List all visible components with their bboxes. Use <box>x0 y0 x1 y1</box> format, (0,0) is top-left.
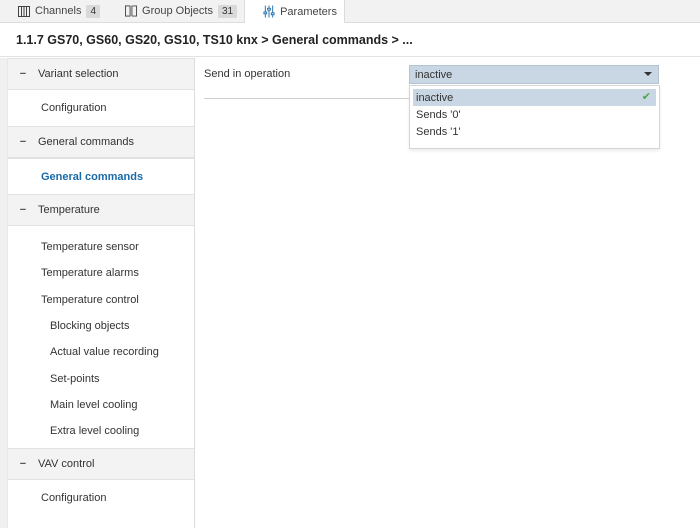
sidebar: − Variant selection Configuration − Gene… <box>7 58 195 528</box>
group-objects-icon <box>125 5 138 17</box>
collapse-icon[interactable]: − <box>16 204 30 216</box>
sidebar-group-label: VAV control <box>38 458 95 471</box>
option-label: Sends '1' <box>416 125 461 138</box>
divider <box>204 98 409 99</box>
tab-bar: Channels 4 Group Objects 31 Parameters <box>0 0 700 23</box>
collapse-icon[interactable]: − <box>16 458 30 470</box>
channels-count-badge: 4 <box>86 4 101 18</box>
option-sends-1[interactable]: Sends '1' <box>413 123 656 140</box>
sidebar-item-temperature-control[interactable]: Temperature control <box>8 287 194 313</box>
group-objects-count-badge: 31 <box>217 4 238 18</box>
sidebar-item-temperature-sensor[interactable]: Temperature sensor <box>8 234 194 260</box>
option-inactive[interactable]: inactive ✔ <box>413 89 656 106</box>
tab-channels-label: Channels <box>35 5 82 17</box>
left-gutter <box>0 58 7 528</box>
checkmark-icon: ✔ <box>641 91 651 103</box>
parameter-panel: Send in operation inactive inactive ✔ Se… <box>195 58 700 528</box>
option-sends-0[interactable]: Sends '0' <box>413 106 656 123</box>
tab-channels[interactable]: Channels 4 <box>0 0 107 22</box>
sidebar-group-vav-control[interactable]: − VAV control <box>8 448 194 481</box>
send-in-operation-select[interactable]: inactive <box>409 65 659 84</box>
option-label: inactive <box>416 91 454 104</box>
sidebar-item-set-points[interactable]: Set-points <box>8 365 194 391</box>
sidebar-item-main-level-cooling[interactable]: Main level cooling <box>8 392 194 418</box>
sidebar-group-variant-selection[interactable]: − Variant selection <box>8 58 194 90</box>
sidebar-item-general-commands[interactable]: General commands <box>8 158 194 194</box>
sidebar-group-label: Temperature <box>38 204 100 216</box>
select-value: inactive <box>415 68 453 81</box>
sidebar-item-temperature-alarms[interactable]: Temperature alarms <box>8 260 194 286</box>
chevron-down-icon <box>644 72 652 76</box>
tab-parameters-label: Parameters <box>280 5 337 18</box>
collapse-icon[interactable]: − <box>16 136 30 148</box>
tab-parameters[interactable]: Parameters <box>244 0 345 23</box>
sidebar-item-actual-value-recording[interactable]: Actual value recording <box>8 339 194 365</box>
sidebar-group-label: General commands <box>38 136 134 148</box>
sidebar-item-configuration[interactable]: Configuration <box>8 90 194 126</box>
sidebar-group-temperature[interactable]: − Temperature <box>8 194 194 226</box>
parameters-icon <box>263 5 275 18</box>
channels-icon <box>18 5 30 17</box>
sidebar-item-blocking-objects[interactable]: Blocking objects <box>8 313 194 339</box>
sidebar-item-vav-configuration[interactable]: Configuration <box>8 480 194 516</box>
collapse-icon[interactable]: − <box>16 68 30 80</box>
param-label-send-in-operation: Send in operation <box>204 68 291 80</box>
sidebar-item-extra-level-cooling[interactable]: Extra level cooling <box>8 418 194 444</box>
tab-group-objects-label: Group Objects <box>142 5 213 17</box>
option-label: Sends '0' <box>416 108 461 121</box>
sidebar-group-general-commands[interactable]: − General commands <box>8 126 194 158</box>
sidebar-group-label: Variant selection <box>38 68 119 80</box>
dropdown-menu: inactive ✔ Sends '0' Sends '1' <box>409 85 660 149</box>
tab-group-objects[interactable]: Group Objects 31 <box>107 0 244 22</box>
breadcrumb: 1.1.7 GS70, GS60, GS20, GS10, TS10 knx >… <box>0 23 700 57</box>
